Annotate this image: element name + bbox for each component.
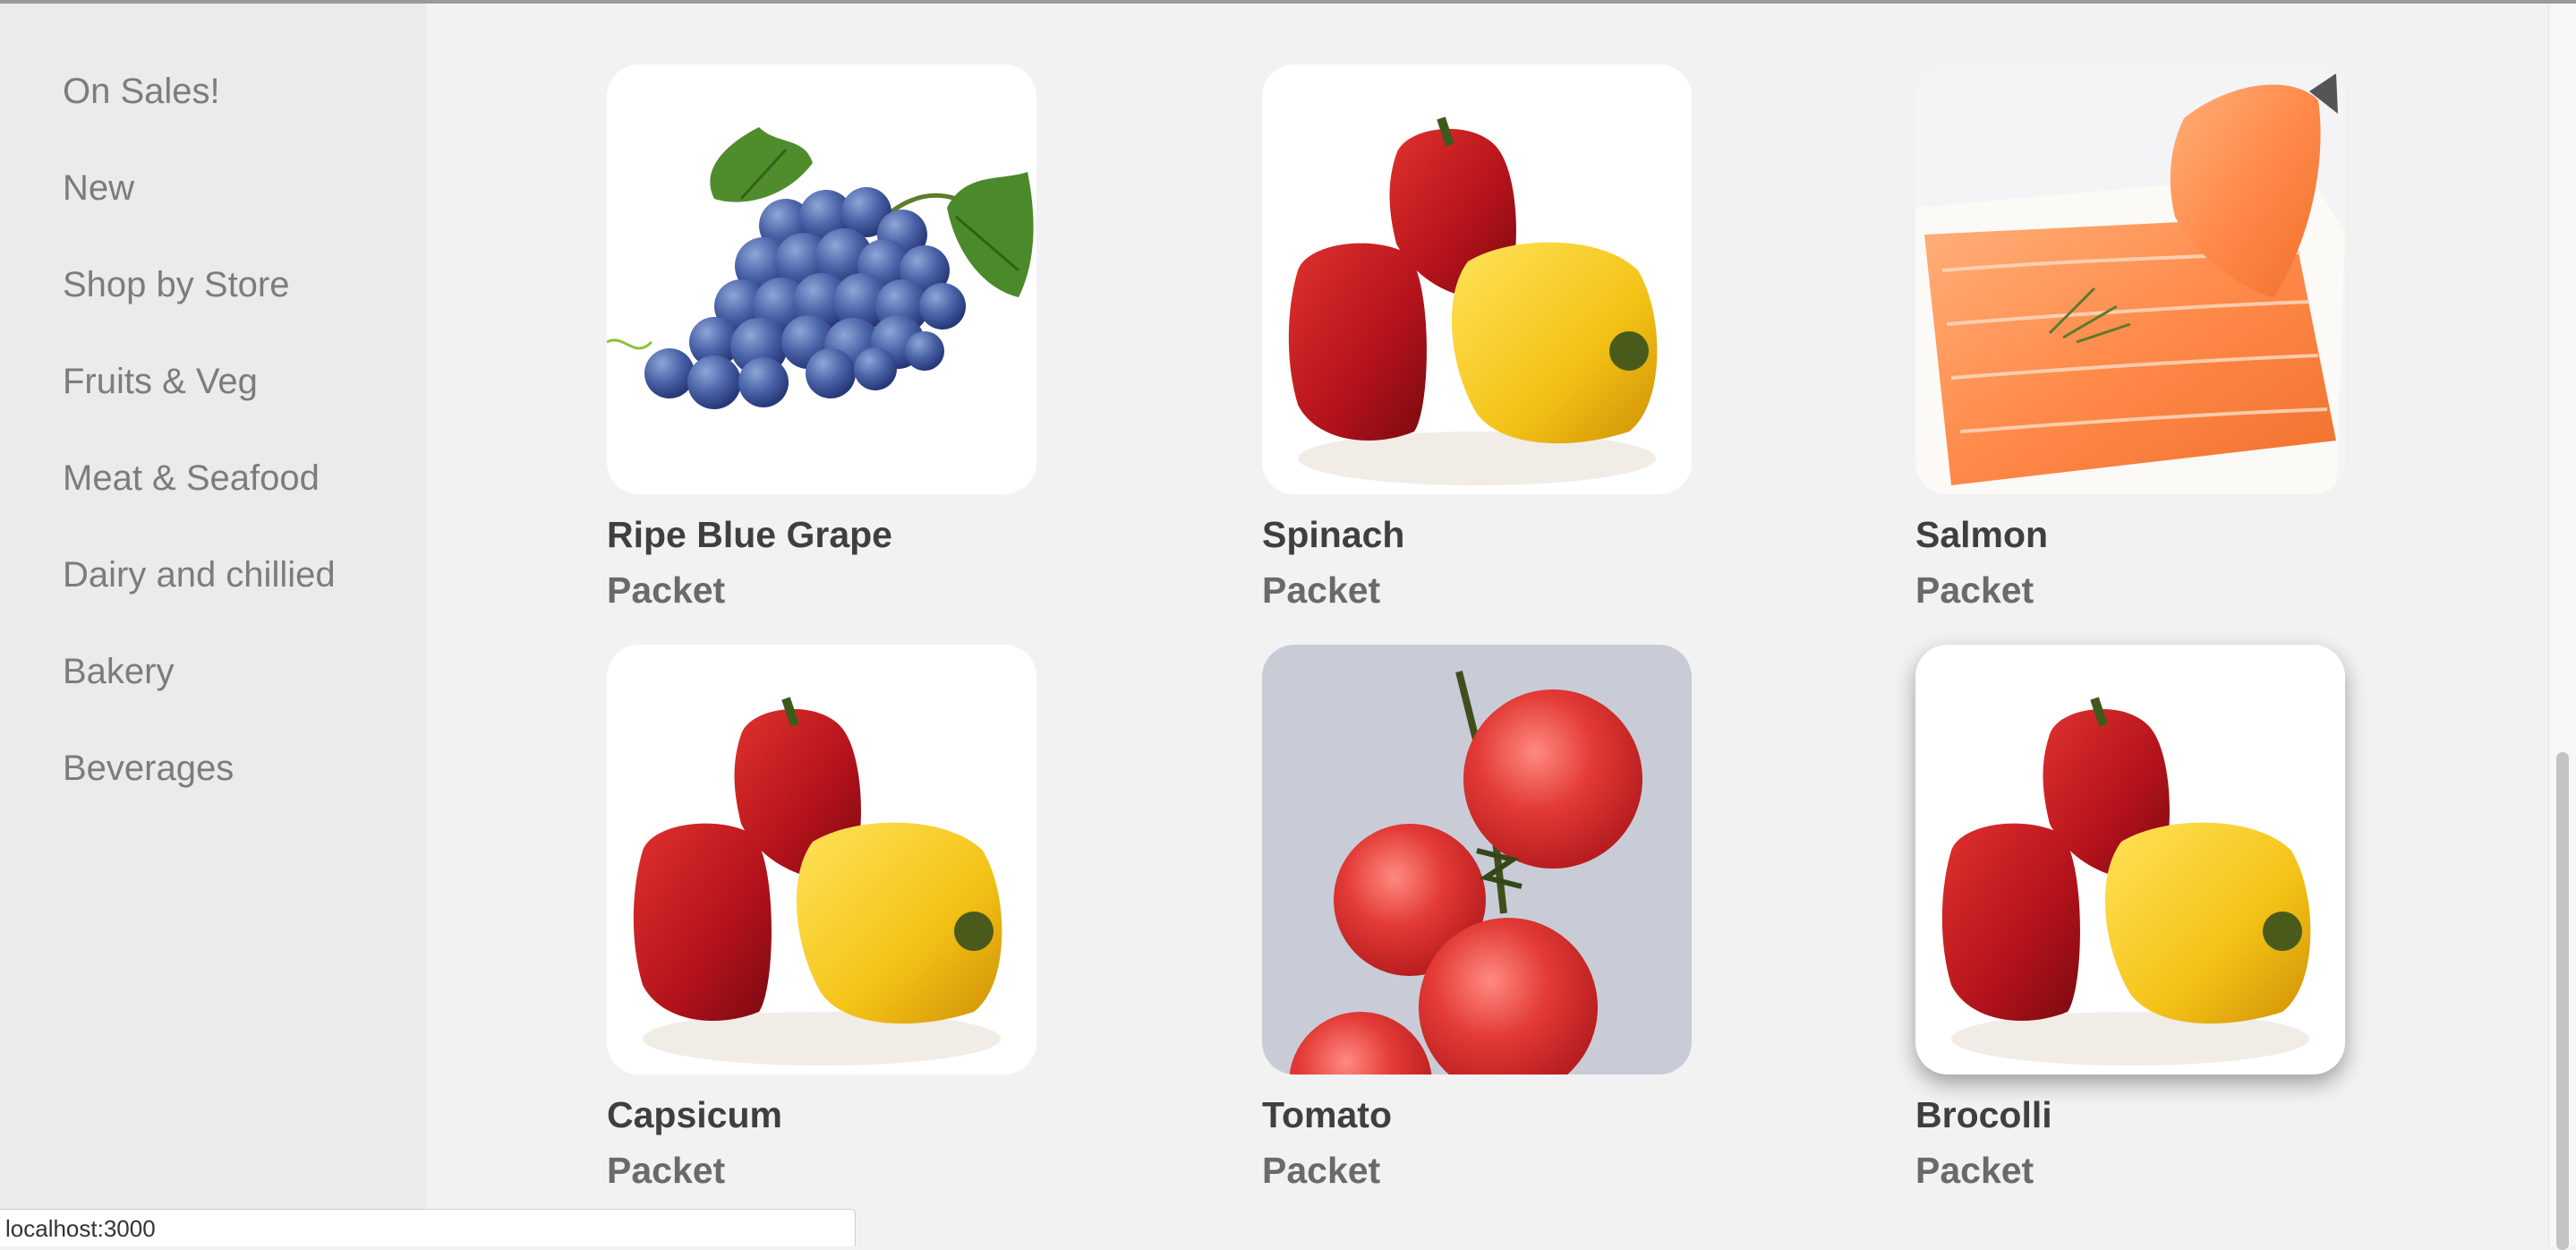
product-card[interactable]: Tomato Packet [1262, 645, 1692, 1193]
scrollbar-thumb[interactable] [2556, 752, 2569, 1250]
product-name[interactable]: Tomato [1262, 1092, 1692, 1137]
product-name[interactable]: Spinach [1262, 512, 1692, 557]
product-card[interactable]: Brocolli Packet [1915, 645, 2345, 1193]
sidebar-item-bakery[interactable]: Bakery [63, 650, 175, 693]
product-card[interactable]: Capsicum Packet [607, 645, 1036, 1193]
peppers-image[interactable] [1915, 645, 2345, 1074]
product-card[interactable]: Ripe Blue Grape Packet [607, 64, 1036, 612]
sidebar-item-on-sales[interactable]: On Sales! [63, 70, 220, 113]
product-grid: Ripe Blue Grape Packet Spinach Packet [426, 4, 2549, 1246]
sidebar-item-fruits-veg[interactable]: Fruits & Veg [63, 360, 258, 403]
link-status-bar: localhost:3000 [0, 1209, 856, 1246]
product-name[interactable]: Capsicum [607, 1092, 1036, 1137]
product-unit: Packet [607, 1148, 1036, 1193]
peppers-image[interactable] [607, 645, 1036, 1074]
product-unit: Packet [1915, 1148, 2345, 1193]
tomato-image[interactable] [1262, 645, 1692, 1074]
product-card[interactable]: Spinach Packet [1262, 64, 1692, 612]
product-unit: Packet [1262, 1148, 1692, 1193]
sidebar-item-shop-by-store[interactable]: Shop by Store [63, 263, 290, 306]
sidebar-item-meat-seafood[interactable]: Meat & Seafood [63, 457, 320, 500]
product-unit: Packet [607, 568, 1036, 612]
salmon-image[interactable] [1915, 64, 2345, 494]
product-name[interactable]: Salmon [1915, 512, 2345, 557]
sidebar-item-dairy[interactable]: Dairy and chillied [63, 553, 336, 596]
product-unit: Packet [1262, 568, 1692, 612]
product-card[interactable]: Salmon Packet [1915, 64, 2345, 612]
product-name[interactable]: Ripe Blue Grape [607, 512, 1036, 557]
sidebar-item-new[interactable]: New [63, 167, 134, 210]
grapes-image[interactable] [607, 64, 1036, 494]
product-name[interactable]: Brocolli [1915, 1092, 2345, 1137]
category-sidebar: On Sales! New Shop by Store Fruits & Veg… [0, 4, 426, 1246]
page-scrollbar[interactable] [2548, 4, 2576, 1246]
product-unit: Packet [1915, 568, 2345, 612]
sidebar-item-beverages[interactable]: Beverages [63, 747, 234, 790]
peppers-image[interactable] [1262, 64, 1692, 494]
